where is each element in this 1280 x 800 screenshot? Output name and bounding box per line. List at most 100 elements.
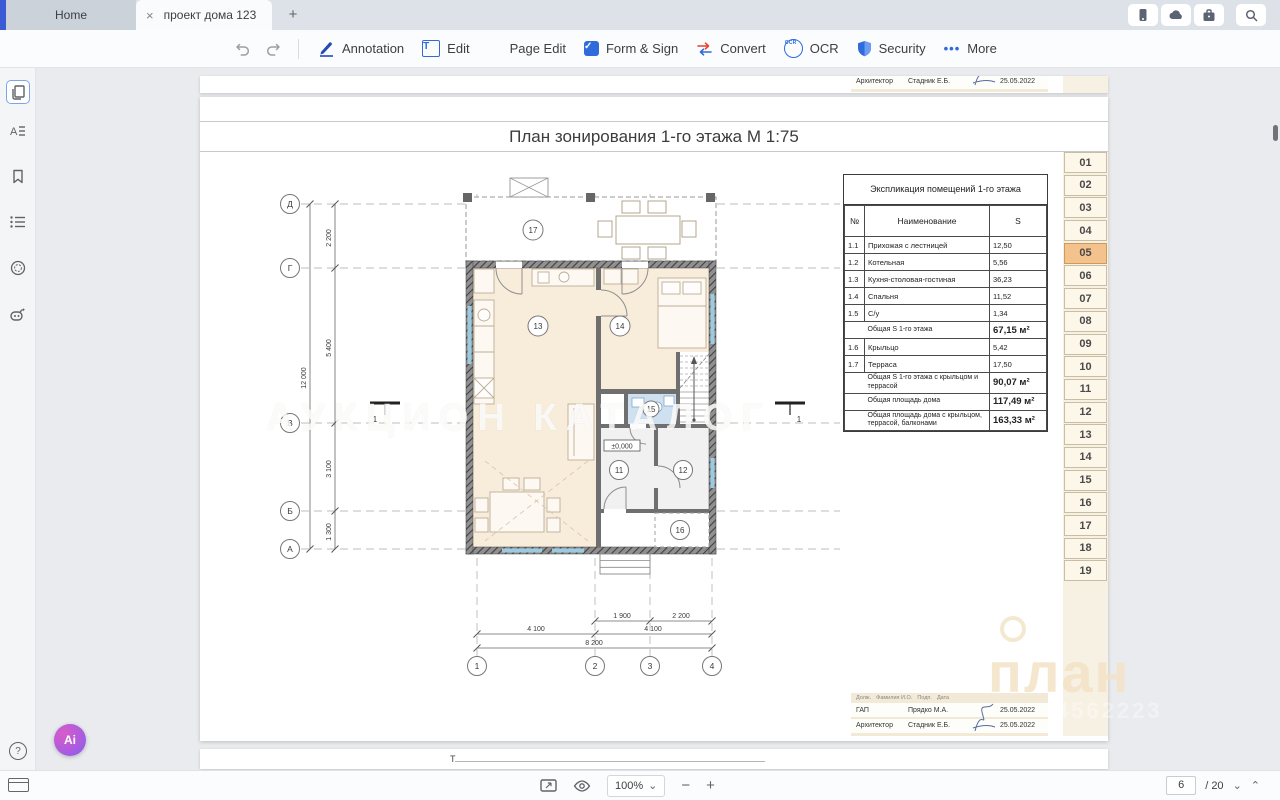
stamp-panel-button[interactable] (6, 256, 30, 280)
annotation-label: Annotation (342, 41, 404, 56)
sheet-column-sliver (1063, 76, 1108, 93)
tab-document-label: проект дома 123 (164, 8, 257, 22)
previous-page-bottom: Долж.Фамилия И.О.Подп.Дата ГАП Прядко М.… (200, 76, 1108, 93)
zoom-level-select[interactable]: 100% ⌄ (607, 775, 665, 797)
svg-text:1: 1 (475, 661, 480, 671)
thumbnails-panel-button[interactable] (6, 80, 30, 104)
annotations-list-button[interactable]: A (6, 118, 30, 142)
svg-text:А: А (287, 544, 293, 554)
tab-document[interactable]: × проект дома 123 (136, 0, 272, 30)
left-sidebar: A (0, 68, 36, 770)
briefcase-button[interactable] (1194, 4, 1224, 26)
undo-icon (235, 42, 251, 56)
level-mark: ±0,000 (604, 440, 640, 451)
page-number-input[interactable]: 6 (1166, 776, 1196, 795)
mobile-device-button[interactable] (1128, 4, 1158, 26)
next-page-button[interactable]: ⌄ (1233, 779, 1242, 792)
explication-row: 1.5 С/у 1,34 (845, 305, 1047, 322)
drawing-title: План зонирования 1-го этажа М 1:75 (200, 123, 1108, 150)
shield-icon (857, 40, 872, 57)
terrace (463, 178, 716, 261)
form-sign-button[interactable]: ✓ Form & Sign (575, 36, 687, 61)
sheet-number-box: 16 (1064, 492, 1107, 513)
room-label-boiler: 12 (679, 466, 688, 475)
svg-text:В: В (287, 418, 293, 428)
briefcase-icon (1202, 9, 1216, 22)
svg-text:±0,000: ±0,000 (611, 444, 632, 451)
next-page-mark: Т (450, 754, 456, 764)
ai-assistant-panel-button[interactable] (6, 302, 30, 326)
explication-row: 1.1 Прихожая с лестницей 12,50 (845, 237, 1047, 254)
explication-row: Общая S 1-го этажа с крыльцом и террасой… (845, 373, 1047, 394)
page-edit-button[interactable]: Page Edit (479, 36, 575, 61)
sheet-number-box: 04 (1064, 220, 1107, 241)
tab-home[interactable]: Home (6, 0, 136, 30)
svg-text:1: 1 (373, 415, 378, 424)
next-page-line (455, 761, 765, 762)
svg-text:8 200: 8 200 (585, 640, 603, 647)
stamp-seal-icon (10, 260, 26, 276)
sheet-number-box: 10 (1064, 356, 1107, 377)
ocr-button[interactable]: OCR OCR (775, 34, 848, 63)
robot-icon (9, 307, 26, 322)
cloud-button[interactable] (1161, 4, 1191, 26)
explication-row: Общая S 1-го этажа 67,15 м² (845, 322, 1047, 339)
title-block-row: Архитектор Стадник Е.Б. 25.05.2022 (851, 719, 1048, 733)
svg-text:4 100: 4 100 (527, 626, 545, 633)
explication-row: 1.6 Крыльцо 5,42 (845, 339, 1047, 356)
annotation-button[interactable]: Annotation (309, 35, 413, 62)
page-edit-label: Page Edit (510, 41, 566, 56)
zoom-out-button[interactable]: − (681, 777, 690, 794)
bookmark-icon (12, 169, 24, 184)
fit-page-button[interactable] (540, 779, 557, 792)
title-block-row: ГАП Прядко М.А. 25.05.2022 (851, 703, 1048, 717)
read-mode-eye-button[interactable] (573, 780, 591, 792)
explication-table: Экспликация помещений 1-го этажа № Наиме… (843, 174, 1048, 432)
new-tab-button[interactable]: + (284, 6, 302, 24)
chevron-down-icon: ⌄ (648, 779, 657, 792)
convert-button[interactable]: Convert (687, 36, 775, 62)
pdf-editor-window: Home × проект дома 123 + (0, 0, 1280, 800)
status-bar: 100% ⌄ − + 6 / 20 ⌄ ⌃ (0, 770, 1280, 800)
previous-page-button[interactable]: ⌃ (1251, 779, 1260, 792)
pen-icon (318, 40, 335, 57)
title-block-row: Архитектор Стадник Е.Б. 25.05.2022 (851, 76, 1048, 89)
sheet-number-box: 18 (1064, 538, 1107, 559)
more-button[interactable]: ••• More (935, 36, 1006, 61)
more-dots-icon: ••• (944, 41, 961, 56)
page-edit-icon (488, 41, 503, 56)
svg-text:2 200: 2 200 (672, 613, 690, 620)
room-label-terrace: 17 (529, 226, 538, 235)
sheet-number-box: 08 (1064, 311, 1107, 332)
ai-assistant-button[interactable]: Ai (54, 724, 86, 756)
security-label: Security (879, 41, 926, 56)
explication-row: 1.4 Спальня 11,52 (845, 288, 1047, 305)
ocr-label: OCR (810, 41, 839, 56)
page-6: План зонирования 1-го этажа М 1:75 01 02… (200, 97, 1108, 741)
edit-button[interactable]: T Edit (413, 35, 478, 62)
outline-panel-button[interactable] (6, 210, 30, 234)
svg-text:A: A (10, 126, 18, 137)
security-button[interactable]: Security (848, 35, 935, 62)
bookmarks-panel-button[interactable] (6, 164, 30, 188)
explication-header-row: № Наименование S (845, 206, 1047, 237)
panel-toggle-button[interactable] (8, 778, 29, 792)
close-icon[interactable]: × (146, 8, 154, 23)
svg-text:1: 1 (797, 415, 802, 424)
explication-row: 1.2 Котельная 5,56 (845, 254, 1047, 271)
main-toolbar: Annotation T Edit Page Edit ✓ Form & Sig… (0, 30, 1280, 68)
room-label-hall: 11 (615, 466, 624, 475)
zoom-in-button[interactable]: + (706, 777, 715, 794)
sheet-number-box: 02 (1064, 175, 1107, 196)
undo-button[interactable] (228, 37, 258, 61)
redo-button[interactable] (258, 37, 288, 61)
help-button[interactable]: ? (9, 742, 27, 760)
window-quick-actions (1128, 4, 1266, 26)
svg-text:5 400: 5 400 (326, 339, 333, 357)
sheet-number-box: 14 (1064, 447, 1107, 468)
sheet-number-box: 19 (1064, 560, 1107, 581)
svg-text:1 300: 1 300 (326, 523, 333, 541)
next-page-top: Т (200, 749, 1108, 769)
vertical-scrollbar-thumb[interactable] (1273, 125, 1278, 141)
search-button[interactable] (1236, 4, 1266, 26)
